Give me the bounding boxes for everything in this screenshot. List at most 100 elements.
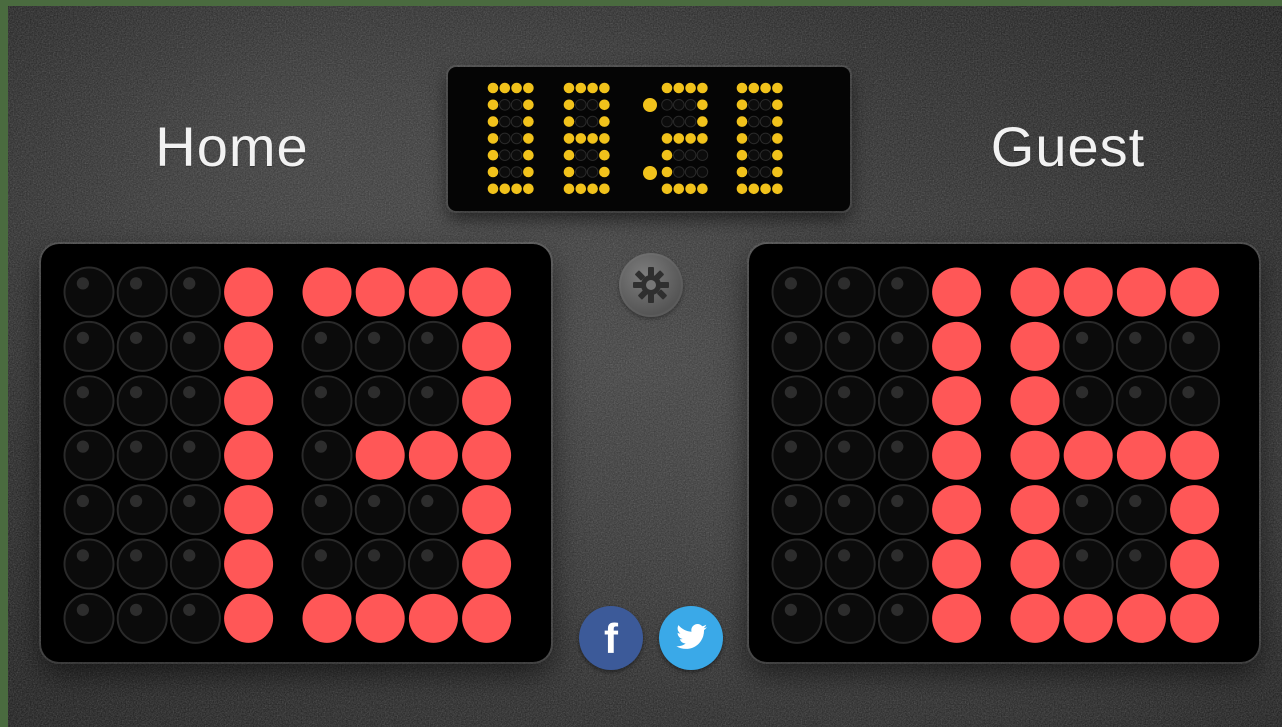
home-score-ones-dot [407, 320, 459, 372]
timer-digit-3-dot [673, 133, 685, 144]
timer-digit-2-dot [575, 149, 587, 161]
guest-score-tens-dot-highlight [784, 549, 797, 562]
timer-digit-1-dot [499, 166, 511, 178]
guest-score-ones-dot [1062, 538, 1114, 590]
timer-digit-3-dot [697, 116, 708, 127]
timer-digit-1-dot [523, 166, 534, 178]
guest-score-ones-dot [1010, 539, 1060, 589]
home-score-tens-dot-highlight [183, 331, 196, 344]
timer-digit-2-dot [563, 99, 575, 111]
timer-digit-1-dot [487, 183, 499, 195]
guest-score-tens-dot-highlight [784, 494, 797, 508]
timer-digit-4-dot [748, 132, 760, 145]
home-score-ones-dot [462, 430, 512, 480]
guest-score-tens-dot [771, 320, 823, 372]
home-score-tens-dot [169, 592, 221, 644]
guest-score-ones-dot [1010, 321, 1060, 371]
home-score-ones-dot [408, 430, 458, 480]
timer-digit-3-dot [684, 115, 697, 128]
timer-digit-4-dot [759, 149, 772, 161]
timer-digit-4-dot [748, 82, 760, 94]
home-score-tens-dot-highlight [76, 440, 89, 453]
guest-score-ones-dot [1063, 267, 1113, 317]
timer-digit-3-dot [673, 183, 685, 195]
facebook-button[interactable]: f [579, 606, 643, 670]
timer-digit-4-dot [736, 116, 748, 127]
timer-digit-2-dot [563, 149, 575, 161]
home-score-tens-dot [224, 485, 274, 535]
timer-digit-3-dot [684, 99, 697, 111]
guest-score-tens-dot-highlight [891, 549, 904, 562]
home-score-panel[interactable] [41, 244, 551, 662]
home-score-ones-dot-highlight [421, 386, 434, 399]
guest-score-tens-dot [932, 267, 982, 317]
guest-score-ones-dot [1063, 430, 1113, 480]
home-score-tens-dot [116, 266, 168, 318]
settings-button[interactable] [619, 253, 683, 317]
timer-digit-2-dot [586, 166, 599, 178]
guest-score-tens-dot-highlight [837, 549, 851, 562]
guest-score-tens-dot-highlight [891, 494, 904, 508]
home-score-ones-dot [301, 484, 353, 536]
timer-digit-2-dot [575, 183, 587, 195]
guest-score-ones-dot [1010, 376, 1060, 426]
home-score-tens-dot [116, 484, 168, 536]
home-score-ones-dot-highlight [314, 440, 327, 453]
guest-score-ones-dot [1169, 375, 1221, 427]
guest-score-ones-dot [1062, 375, 1114, 427]
guest-score-ones-dot [1010, 430, 1060, 480]
guest-score-ones-dot [1115, 375, 1167, 427]
timer-digit-3-dot [673, 166, 685, 178]
home-score-tens-dot [63, 320, 115, 372]
home-score-tens-dot-highlight [183, 494, 196, 508]
guest-score-ones-dot-highlight [1129, 494, 1142, 508]
timer-digit-3-dot [661, 82, 673, 94]
guest-score-ones-dot [1115, 538, 1167, 590]
home-score-tens-dot-highlight [183, 603, 196, 616]
timer-digit-4-dot [748, 99, 760, 111]
guest-score-ones-dot [1010, 267, 1060, 317]
timer-digit-3-dot [673, 149, 685, 161]
timer-digit-3-dot [696, 166, 709, 178]
timer-digit-2-dot [586, 115, 599, 128]
home-score-ones-dot-highlight [421, 331, 434, 344]
timer-digit-1-dot [487, 99, 499, 111]
home-score-ones-dot-highlight [367, 331, 381, 344]
timer-digit-4-dot [748, 183, 760, 195]
timer-digit-1-dot [487, 133, 499, 144]
timer-digit-1-dot [487, 166, 499, 178]
timer-digit-3-dot [697, 183, 708, 195]
home-score-ones-dot [462, 376, 512, 426]
guest-score-panel[interactable] [749, 244, 1259, 662]
timer-digit-3-dot [685, 133, 696, 144]
home-score-tens-dot-highlight [76, 331, 89, 344]
timer-digit-1-dot [499, 132, 511, 145]
home-score-tens-dot-highlight [129, 331, 143, 344]
timer-digit-4-dot [772, 149, 783, 161]
guest-score-ones-dot [1170, 485, 1220, 535]
timer-digit-4-dot [736, 133, 748, 144]
timer-digit-1-dot [510, 132, 523, 145]
guest-score-tens-dot-highlight [837, 277, 851, 290]
guest-score-tens-dot-highlight [837, 331, 851, 344]
timer-digit-4-dot [760, 183, 771, 195]
timer-digit-3-dot [684, 166, 697, 178]
home-score-tens-dot [116, 320, 168, 372]
timer-digit-1-dot [499, 183, 511, 195]
timer-digit-1-dot [499, 115, 511, 128]
home-score-tens-dot-highlight [76, 277, 89, 290]
timer-digit-1-dot [510, 149, 523, 161]
twitter-button[interactable] [659, 606, 723, 670]
guest-score-tens-dot [877, 484, 929, 536]
timer-digit-4-dot [772, 166, 783, 178]
guest-score-ones-dot [1063, 593, 1113, 643]
timer-dot-matrix [487, 82, 783, 195]
game-timer[interactable] [448, 67, 850, 211]
home-score-tens-dot [169, 320, 221, 372]
home-score-tens-dot-highlight [76, 549, 89, 562]
home-score-tens-dot [63, 266, 115, 318]
twitter-icon [676, 624, 708, 649]
home-score-ones-dot [301, 538, 353, 590]
timer-digit-3-dot [696, 149, 709, 161]
timer-digit-2-dot [575, 166, 587, 178]
